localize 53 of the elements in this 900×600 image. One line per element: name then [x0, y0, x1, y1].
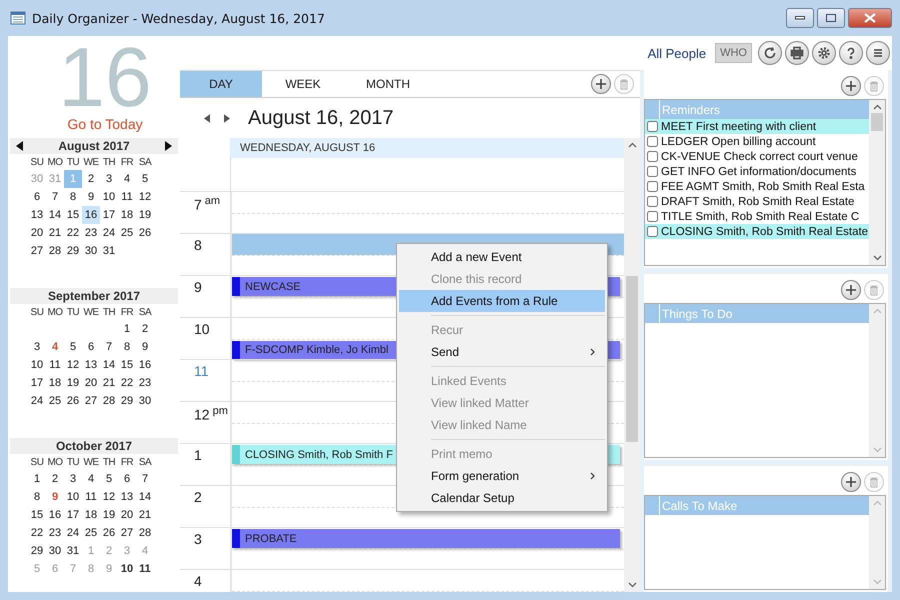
hour-label: 1 [193, 446, 203, 463]
list-header: Calls To Make [661, 498, 738, 514]
date-title: August 16, 2017 [248, 106, 394, 130]
hour-label: 7 $^{am}$ [193, 194, 222, 213]
reminder-text: TITLE Smith, Rob Smith Real Estate C [661, 210, 860, 222]
reminder-text: GET INFO Get information/documents [661, 166, 856, 178]
event-title: NEWCASE [245, 280, 301, 292]
window-title: Daily Organizer - Wednesday, August 16, 2017 [32, 10, 326, 26]
hour-label: 4 [193, 572, 203, 589]
hour-label: 12 $^{pm}$ [193, 404, 229, 423]
reminder-text: MEET First meeting with client [661, 120, 816, 132]
hour-label: 2 [193, 488, 203, 505]
event-title: PROBATE [245, 532, 297, 544]
hour-label: 10 [193, 320, 211, 337]
reminder-text: CLOSING Smith, Rob Smith Real Estate [661, 226, 868, 238]
reminder-text: DRAFT Smith, Rob Smith Real Estate [661, 196, 854, 208]
weekday-label: SU [30, 306, 44, 320]
month-title: September 2017 [48, 289, 140, 303]
weekday-label: WE [82, 156, 100, 170]
weekday-label: TU [66, 306, 80, 320]
weekday-label: WE [82, 306, 100, 320]
weekday-label: SA [138, 456, 152, 470]
hour-label: 3 [193, 530, 203, 547]
day-header: WEDNESDAY, AUGUST 16 [230, 138, 624, 158]
weekday-label: SU [30, 156, 44, 170]
weekday-label: TU [66, 456, 80, 470]
list-header: Things To Do [661, 306, 732, 322]
hour-label: 11 [193, 362, 210, 379]
event-title: F-SDCOMP Kimble, Jo Kimbl [245, 344, 388, 356]
reminder-text: FEE AGMT Smith, Rob Smith Real Esta [661, 180, 865, 192]
list-header: Reminders [661, 102, 720, 118]
month-title: August 2017 [58, 139, 130, 153]
hour-label: 9 [193, 278, 203, 295]
weekday-label: TH [102, 306, 116, 320]
weekday-label: TH [102, 156, 116, 170]
weekday-label: SA [138, 156, 152, 170]
weekday-label: FR [120, 456, 134, 470]
month-title: October 2017 [56, 439, 132, 453]
hour-label: 8 [193, 236, 203, 253]
reminder-text: CK-VENUE Check correct court venue [661, 150, 858, 162]
weekday-label: TH [102, 456, 116, 470]
weekday-label: SU [30, 456, 44, 470]
weekday-label: MO [46, 156, 64, 170]
current-day-number: 16 [57, 38, 153, 116]
weekday-label: FR [120, 156, 134, 170]
weekday-label: MO [46, 456, 64, 470]
weekday-label: WE [82, 456, 100, 470]
event-title: CLOSING Smith, Rob Smith F [245, 448, 393, 460]
weekday-label: FR [120, 306, 134, 320]
reminder-text: LEDGER Open billing account [661, 136, 816, 148]
weekday-label: TU [66, 156, 80, 170]
weekday-label: SA [138, 306, 152, 320]
weekday-label: MO [46, 306, 64, 320]
